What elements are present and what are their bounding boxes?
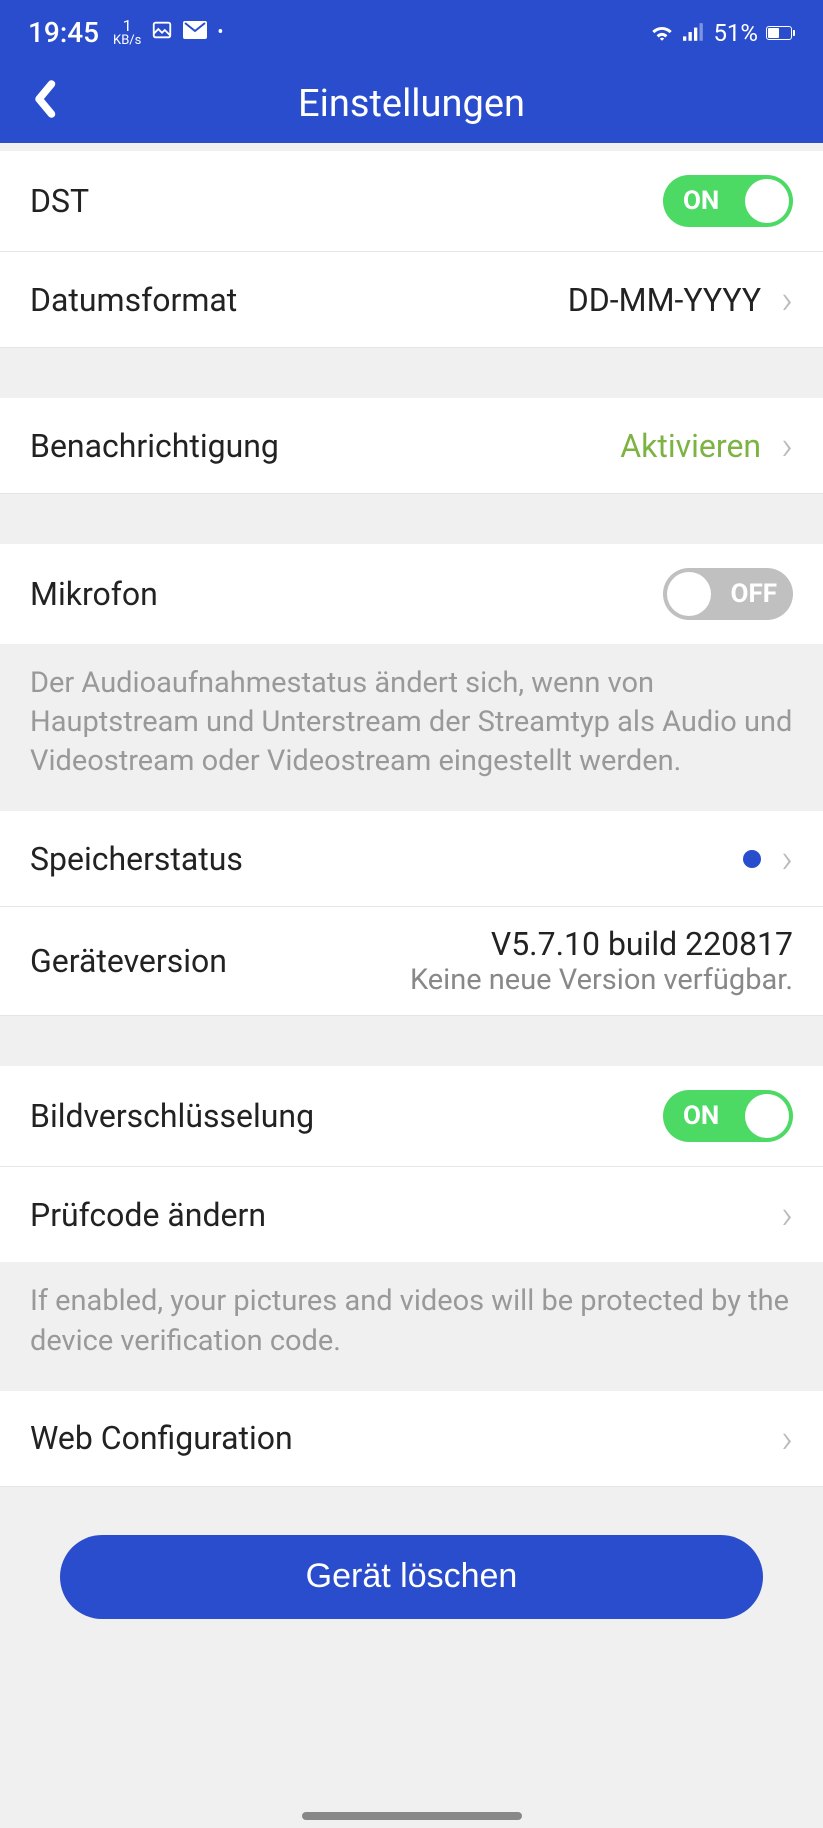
status-dot-icon	[743, 850, 761, 868]
row-dateformat[interactable]: Datumsformat DD-MM-YYYY ›	[0, 252, 823, 348]
network-speed: 1 KB/s	[113, 18, 141, 47]
dot-icon: •	[217, 22, 223, 43]
row-storage[interactable]: Speicherstatus ›	[0, 811, 823, 907]
dateformat-label: Datumsformat	[30, 281, 237, 319]
dst-toggle[interactable]: ON	[663, 175, 793, 227]
status-bar: 19:45 1 KB/s • 51%	[0, 0, 823, 65]
encryption-label: Bildverschlüsselung	[30, 1097, 314, 1135]
version-sub: Keine neue Version verfügbar.	[410, 963, 793, 997]
status-right: 51%	[649, 19, 795, 47]
row-dst: DST ON	[0, 151, 823, 252]
encryption-toggle[interactable]: ON	[663, 1090, 793, 1142]
row-notification[interactable]: Benachrichtigung Aktivieren ›	[0, 398, 823, 494]
chevron-right-icon: ›	[781, 1191, 793, 1238]
status-time: 19:45	[28, 16, 99, 49]
notification-value: Aktivieren	[620, 427, 761, 465]
page-title: Einstellungen	[298, 82, 525, 126]
version-label: Geräteversion	[30, 942, 227, 980]
row-microphone: Mikrofon OFF	[0, 544, 823, 644]
microphone-description: Der Audioaufnahmestatus ändert sich, wen…	[0, 644, 823, 811]
content: DST ON Datumsformat DD-MM-YYYY › Benachr…	[0, 143, 823, 1659]
row-changecode[interactable]: Prüfcode ändern ›	[0, 1167, 823, 1262]
chevron-right-icon: ›	[781, 422, 793, 469]
status-left: 19:45 1 KB/s •	[28, 16, 223, 49]
chevron-right-icon: ›	[781, 276, 793, 323]
battery-percent: 51%	[713, 19, 758, 47]
wifi-icon	[649, 19, 675, 47]
microphone-toggle[interactable]: OFF	[663, 568, 793, 620]
chevron-right-icon: ›	[781, 835, 793, 882]
dateformat-value: DD-MM-YYYY	[568, 281, 761, 319]
version-value: V5.7.10 build 220817	[410, 925, 793, 963]
delete-device-button[interactable]: Gerät löschen	[60, 1535, 763, 1619]
battery-icon	[766, 26, 795, 40]
delete-section: Gerät löschen	[0, 1487, 823, 1659]
storage-label: Speicherstatus	[30, 840, 243, 878]
image-icon	[151, 19, 173, 47]
signal-icon	[683, 19, 705, 47]
webconfig-label: Web Configuration	[30, 1419, 293, 1457]
nav-bar: Einstellungen	[0, 65, 823, 143]
dst-label: DST	[30, 182, 89, 220]
mail-icon	[183, 20, 207, 45]
notification-label: Benachrichtigung	[30, 427, 279, 465]
chevron-right-icon: ›	[781, 1415, 793, 1462]
row-webconfig[interactable]: Web Configuration ›	[0, 1391, 823, 1487]
encryption-description: If enabled, your pictures and videos wil…	[0, 1262, 823, 1390]
changecode-label: Prüfcode ändern	[30, 1196, 266, 1234]
microphone-label: Mikrofon	[30, 575, 158, 613]
row-version: Geräteversion V5.7.10 build 220817 Keine…	[0, 907, 823, 1016]
back-button[interactable]	[30, 79, 58, 130]
row-encryption: Bildverschlüsselung ON	[0, 1066, 823, 1167]
home-indicator[interactable]	[302, 1812, 522, 1820]
